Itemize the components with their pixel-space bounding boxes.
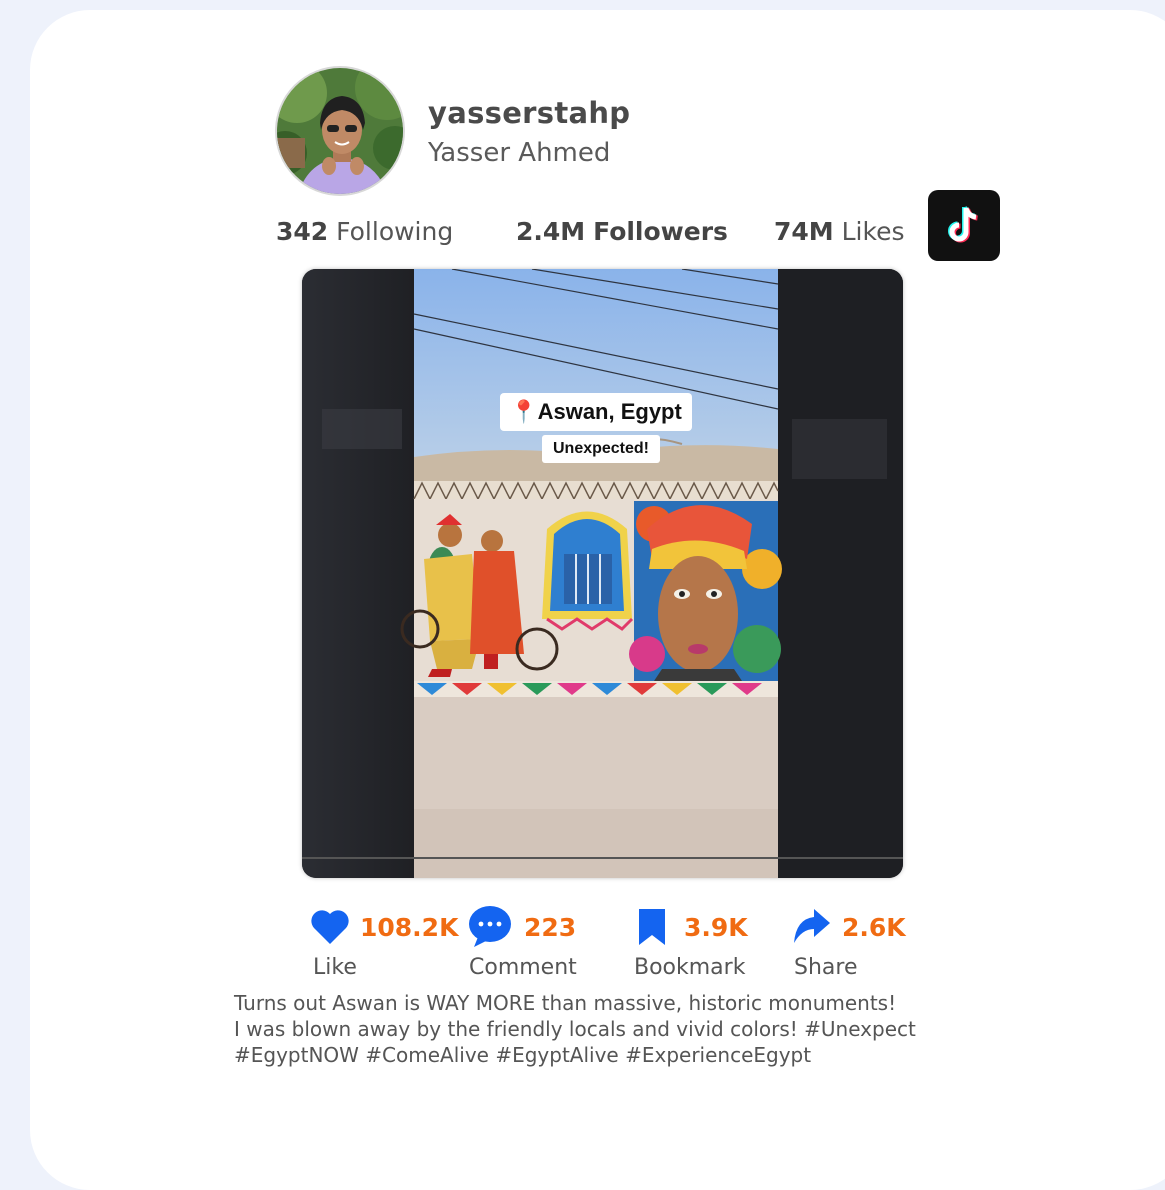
following-label: Following <box>336 217 454 246</box>
bookmark-label: Bookmark <box>634 955 746 980</box>
comment-label: Comment <box>469 955 577 980</box>
share-count: 2.6K <box>842 913 906 942</box>
video-subtitle: Unexpected! <box>542 435 660 463</box>
followers-count: 2.4M <box>516 217 586 246</box>
avatar[interactable] <box>275 66 405 196</box>
tiktok-logo-button[interactable] <box>928 190 1000 261</box>
video-player[interactable]: 📍Aswan, Egypt Unexpected! <box>302 269 903 878</box>
video-frame-image <box>302 269 903 878</box>
caption-line: #EgyptNOW #ComeAlive #EgyptAlive #Experi… <box>234 1043 812 1067</box>
video-progress-bar[interactable] <box>302 857 903 859</box>
followers-stat[interactable]: 2.4M Followers <box>516 217 728 246</box>
comment-icon <box>468 905 514 953</box>
share-icon <box>792 907 832 951</box>
tiktok-icon <box>948 206 978 243</box>
bookmark-count: 3.9K <box>684 913 748 942</box>
caption-line: I was blown away by the friendly locals … <box>234 1017 916 1041</box>
like-count: 108.2K <box>360 913 459 942</box>
caption-line: Turns out Aswan is WAY MORE than massive… <box>234 991 897 1015</box>
post-caption: Turns out Aswan is WAY MORE than massive… <box>234 990 994 1068</box>
like-label: Like <box>313 955 357 980</box>
location-pin-icon: 📍 <box>510 399 538 424</box>
following-stat[interactable]: 342 Following <box>276 217 453 246</box>
likes-count: 74M <box>774 217 834 246</box>
comment-count: 223 <box>524 913 577 942</box>
full-name: Yasser Ahmed <box>428 138 611 168</box>
bookmark-icon <box>636 907 668 951</box>
likes-label: Likes <box>841 217 905 246</box>
followers-label: Followers <box>593 217 728 246</box>
location-text: Aswan, Egypt <box>537 399 682 424</box>
share-label: Share <box>794 955 858 980</box>
heart-icon <box>310 909 350 949</box>
following-count: 342 <box>276 217 329 246</box>
location-sticker: 📍Aswan, Egypt <box>500 393 692 431</box>
likes-stat: 74M Likes <box>774 217 905 246</box>
username[interactable]: yasserstahp <box>428 96 630 130</box>
